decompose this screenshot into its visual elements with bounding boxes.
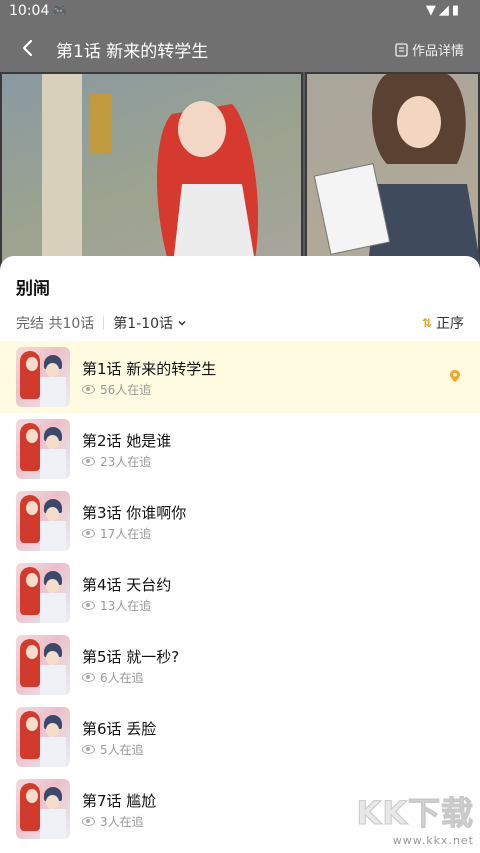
episode-row[interactable]: 第5话 就一秒? 6人在追 [0,629,480,701]
series-title: 别闹 [16,279,50,299]
episode-row[interactable]: 第4话 天台约 13人在追 [0,557,480,629]
episode-followers: 17人在追 [82,525,151,542]
status-bar: 10:04 🎮 ▼◢▮ [0,0,480,24]
gamepad-icon: 🎮 [52,4,67,18]
watermark-logo: KK下载 [356,794,474,833]
back-arrow-icon[interactable] [16,36,40,60]
comic-illustration-teacher [313,74,480,272]
episode-followers: 23人在追 [82,453,151,470]
app-bar: 第1话 新来的转学生 作品详情 [0,24,480,72]
episode-range-label: 第1-10话 [113,316,174,332]
eye-icon [82,529,95,538]
watermark: KK下载 www.kkx.net [356,788,474,848]
work-details-label: 作品详情 [411,44,464,59]
eye-icon [82,601,95,610]
episode-row[interactable]: 第3话 你谁啊你 17人在追 [0,485,480,557]
episode-followers: 6人在追 [82,669,144,686]
series-meta: 完结 共10话 第1-10话 [16,313,187,333]
comic-illustration-girl [42,74,259,272]
sort-icon: ⇅ [421,316,432,330]
completion-status: 完结 共10话 [16,316,95,332]
episode-row[interactable]: 第1话 新来的转学生 56人在追 [0,341,480,413]
episode-followers: 5人在追 [82,741,144,758]
current-location-pin-icon [450,370,460,382]
episode-thumbnail [16,707,70,767]
episode-followers: 13人在追 [82,597,151,614]
eye-icon [82,673,95,682]
eye-icon [82,817,95,826]
episode-list-sheet: 别闹 完结 共10话 第1-10话 ⇅ 正序 第1话 新来的转学生 56人在追第2… [0,256,480,853]
status-icons: ▼◢▮ [426,3,462,18]
episode-thumbnail [16,779,70,839]
followers-count: 13人在追 [100,599,152,613]
followers-count: 23人在追 [100,455,152,469]
meta-divider [103,316,105,330]
watermark-url: www.kkx.net [392,834,474,847]
signal-icon: ◢ [438,3,452,18]
episode-thumbnail [16,491,70,551]
episode-list: 第1话 新来的转学生 56人在追第2话 她是谁 23人在追第3话 你谁啊你 17人在追… [0,341,480,845]
status-time: 10:04 [9,3,50,19]
episode-followers: 3人在追 [82,813,144,830]
episode-title: 第4话 天台约 [82,576,172,594]
episode-range-dropdown[interactable]: 第1-10话 [113,313,187,333]
episode-title: 第6话 丢脸 [82,720,157,738]
document-icon [395,42,408,57]
chevron-down-icon [178,320,186,326]
episode-title: 第2话 她是谁 [82,432,172,450]
comic-panel-girl [0,72,303,272]
eye-icon [82,745,95,754]
episode-thumbnail [16,635,70,695]
battery-icon: ▮ [451,3,462,18]
eye-icon [82,385,95,394]
comic-panel-teacher [305,72,480,272]
episode-row[interactable]: 第6话 丢脸 5人在追 [0,701,480,773]
sort-order-label: 正序 [436,316,464,332]
episode-title: 第5话 就一秒? [82,648,180,666]
eye-icon [82,457,95,466]
page-title: 第1话 新来的转学生 [56,42,209,62]
episode-title: 第1话 新来的转学生 [82,360,217,378]
episode-thumbnail [16,419,70,479]
episode-thumbnail [16,347,70,407]
followers-count: 5人在追 [100,743,144,757]
comic-page-preview [0,72,480,272]
sort-order-toggle[interactable]: ⇅ 正序 [422,313,464,333]
followers-count: 3人在追 [100,815,144,829]
work-details-button[interactable]: 作品详情 [395,40,464,59]
episode-thumbnail [16,563,70,623]
episode-title: 第3话 你谁啊你 [82,504,187,522]
episode-title: 第7话 尴尬 [82,792,157,810]
episode-followers: 56人在追 [82,381,151,398]
followers-count: 17人在追 [100,527,152,541]
followers-count: 56人在追 [100,383,152,397]
episode-row[interactable]: 第2话 她是谁 23人在追 [0,413,480,485]
wifi-icon: ▼ [425,3,439,18]
followers-count: 6人在追 [100,671,144,685]
